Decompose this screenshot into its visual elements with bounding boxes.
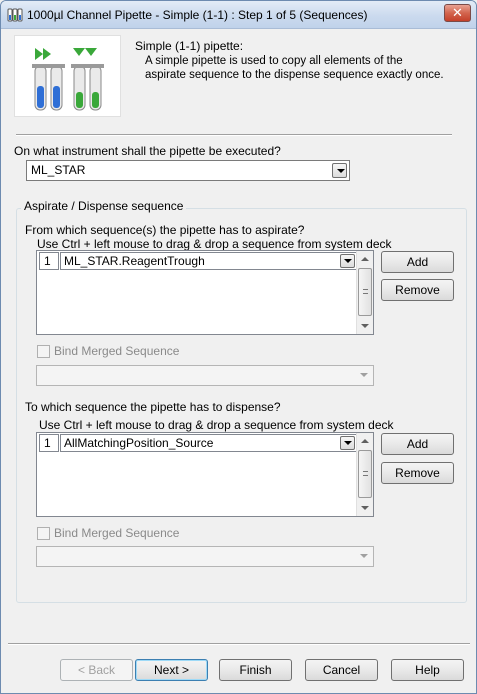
aspirate-sequence-list[interactable]: 1 ML_STAR.ReagentTrough <box>36 250 374 335</box>
scroll-thumb[interactable] <box>358 268 372 316</box>
chevron-down-icon[interactable] <box>356 368 371 383</box>
close-button[interactable]: ✕ <box>444 4 471 22</box>
list-item[interactable]: 1 ML_STAR.ReagentTrough <box>39 252 357 270</box>
scroll-down-icon[interactable] <box>361 324 369 328</box>
dispense-remove-button[interactable]: Remove <box>381 462 454 484</box>
dispense-bind-merged-label: Bind Merged Sequence <box>54 526 180 540</box>
chevron-down-icon[interactable] <box>340 436 355 450</box>
finish-button[interactable]: Finish <box>219 659 292 681</box>
aspirate-merged-select[interactable] <box>36 365 374 386</box>
next-button[interactable]: Next > <box>135 659 208 681</box>
aspirate-bind-merged-checkbox[interactable]: Bind Merged Sequence <box>37 344 237 360</box>
list-item[interactable]: 1 AllMatchingPosition_Source <box>39 434 357 452</box>
instrument-question: On what instrument shall the pipette be … <box>14 144 281 158</box>
footer-divider <box>8 643 470 645</box>
scroll-up-icon[interactable] <box>361 257 369 261</box>
aspirate-remove-button[interactable]: Remove <box>381 279 454 301</box>
instrument-select-value: ML_STAR <box>31 163 86 177</box>
wizard-window: 1000µl Channel Pipette - Simple (1-1) : … <box>0 0 477 694</box>
dispense-add-button[interactable]: Add <box>381 433 454 455</box>
aspirate-add-button[interactable]: Add <box>381 251 454 273</box>
checkbox-box[interactable] <box>37 345 50 358</box>
aspirate-question: From which sequence(s) the pipette has t… <box>25 223 305 237</box>
scroll-thumb[interactable] <box>358 450 372 498</box>
aspirate-hint: Use Ctrl + left mouse to drag & drop a s… <box>37 237 392 251</box>
instrument-select[interactable]: ML_STAR <box>26 160 350 181</box>
back-button[interactable]: < Back <box>60 659 133 681</box>
chevron-down-icon[interactable] <box>332 163 347 178</box>
header-description: A simple pipette is used to copy all ele… <box>145 55 444 81</box>
pipette-illustration <box>14 35 121 117</box>
chevron-down-icon[interactable] <box>340 254 355 268</box>
chevron-down-icon[interactable] <box>356 549 371 564</box>
row-number: 1 <box>39 252 59 270</box>
wizard-content: Simple (1-1) pipette: A simple pipette i… <box>6 30 472 690</box>
aspirate-bind-merged-label: Bind Merged Sequence <box>54 344 180 358</box>
dispense-sequence-select[interactable]: AllMatchingPosition_Source <box>60 434 357 452</box>
help-button[interactable]: Help <box>391 659 464 681</box>
sequence-group-title: Aspirate / Dispense sequence <box>21 199 187 213</box>
row-number: 1 <box>39 434 59 452</box>
dispense-merged-select[interactable] <box>36 546 374 567</box>
aspirate-sequence-value: ML_STAR.ReagentTrough <box>64 254 205 268</box>
aspirate-sequence-select[interactable]: ML_STAR.ReagentTrough <box>60 252 357 270</box>
pipette-app-icon <box>7 7 23 23</box>
header-title: Simple (1-1) pipette: <box>135 39 244 53</box>
title-bar[interactable]: 1000µl Channel Pipette - Simple (1-1) : … <box>1 1 476 29</box>
scroll-down-icon[interactable] <box>361 506 369 510</box>
dispense-list-scrollbar[interactable] <box>356 433 373 516</box>
dispense-hint: Use Ctrl + left mouse to drag & drop a s… <box>39 418 394 432</box>
dispense-bind-merged-checkbox[interactable]: Bind Merged Sequence <box>37 526 237 542</box>
window-title: 1000µl Channel Pipette - Simple (1-1) : … <box>27 8 368 22</box>
dispense-question: To which sequence the pipette has to dis… <box>25 400 281 414</box>
dispense-sequence-value: AllMatchingPosition_Source <box>64 436 214 450</box>
cancel-button[interactable]: Cancel <box>305 659 378 681</box>
scroll-up-icon[interactable] <box>361 439 369 443</box>
checkbox-box[interactable] <box>37 527 50 540</box>
wizard-header: Simple (1-1) pipette: A simple pipette i… <box>6 30 472 120</box>
header-divider <box>16 134 452 136</box>
aspirate-list-scrollbar[interactable] <box>356 251 373 334</box>
dispense-sequence-list[interactable]: 1 AllMatchingPosition_Source <box>36 432 374 517</box>
